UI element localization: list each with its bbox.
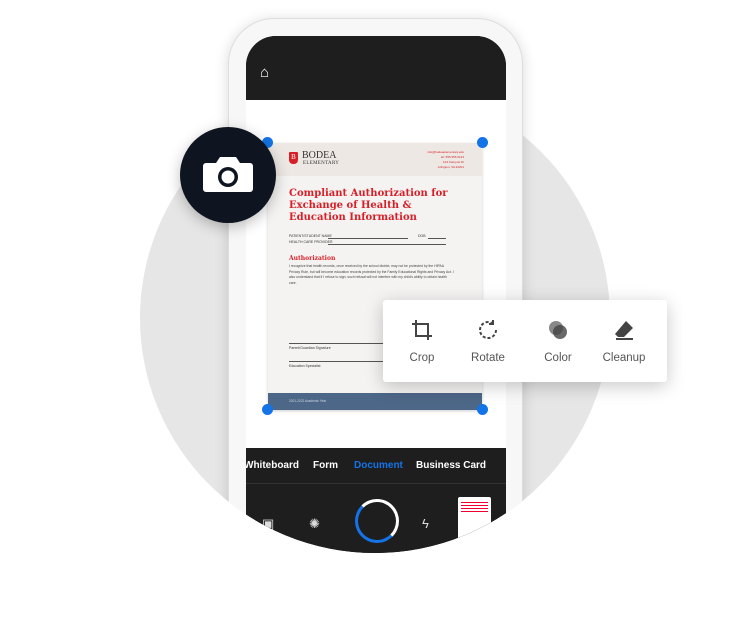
- shutter-button[interactable]: [355, 499, 399, 543]
- signature-label: Parent/Guardian Signature: [289, 346, 331, 350]
- authorization-paragraph: I recognize that health records, once re…: [289, 264, 454, 285]
- specialist-label: Education Specialist: [289, 364, 321, 368]
- camera-badge: [180, 127, 276, 223]
- camera-icon: [203, 157, 253, 192]
- cleanup-label: Cleanup: [602, 352, 646, 364]
- crop-handle-top-right[interactable]: [477, 137, 488, 148]
- crop-tool[interactable]: Crop: [387, 318, 457, 366]
- crop-handle-bottom-right[interactable]: [477, 404, 488, 415]
- contact-line: Arlington, VA 22201: [437, 165, 464, 169]
- camera-controls: ▣ ✺ ϟ: [246, 485, 506, 585]
- color-icon: [549, 321, 567, 339]
- flash-auto-icon[interactable]: ϟ: [422, 516, 429, 531]
- mode-business-card[interactable]: Business Card: [416, 460, 486, 471]
- color-tool[interactable]: Color: [523, 318, 593, 366]
- field-provider: HEALTH CARE PROVIDER: [289, 240, 333, 244]
- document-header: B BODEA ELEMENTARY info@bodeaelementary.…: [268, 143, 482, 176]
- rotate-icon: [479, 320, 498, 339]
- crop-icon: [412, 320, 432, 340]
- edit-toolbar: Crop Rotate Color Cleanup: [383, 300, 667, 382]
- school-sub: ELEMENTARY: [303, 161, 340, 166]
- document-footer: 2021-2022 Academic Year: [268, 393, 482, 410]
- section-heading: Authorization: [289, 255, 336, 262]
- capture-mode-bar: Whiteboard Form Document Business Card: [246, 448, 506, 484]
- crop-label: Crop: [409, 352, 435, 364]
- mode-whiteboard[interactable]: Whiteboard: [246, 460, 299, 471]
- phone-clip: ⌂ B BODEA ELEMENTARY info@bodeaelementar…: [0, 0, 750, 563]
- eraser-icon: [615, 321, 633, 340]
- cleanup-tool[interactable]: Cleanup: [589, 318, 659, 366]
- crop-handle-bottom-left[interactable]: [262, 404, 273, 415]
- field-patient: PATIENT/STUDENT NAME: [289, 234, 332, 238]
- field-dob: DOB: [418, 234, 426, 238]
- scan-thumbnail[interactable]: [458, 497, 491, 545]
- color-label: Color: [544, 352, 572, 364]
- school-logo: B: [289, 152, 298, 164]
- footer-text: 2021-2022 Academic Year: [289, 399, 327, 403]
- school-name: BODEA: [302, 150, 337, 161]
- home-icon[interactable]: ⌂: [260, 64, 269, 81]
- camera-view: B BODEA ELEMENTARY info@bodeaelementary.…: [246, 100, 506, 448]
- contact-info: info@bodeaelementary.edu tel: 555 555 01…: [424, 150, 464, 170]
- document-title: Compliant Authorization for Exchange of …: [289, 188, 448, 223]
- mode-form[interactable]: Form: [313, 460, 338, 471]
- top-bar: ⌂: [246, 36, 506, 100]
- rotate-label: Rotate: [471, 352, 505, 364]
- rotate-tool[interactable]: Rotate: [453, 318, 523, 366]
- mode-document[interactable]: Document: [354, 460, 403, 471]
- auto-capture-icon[interactable]: ✺: [309, 516, 320, 532]
